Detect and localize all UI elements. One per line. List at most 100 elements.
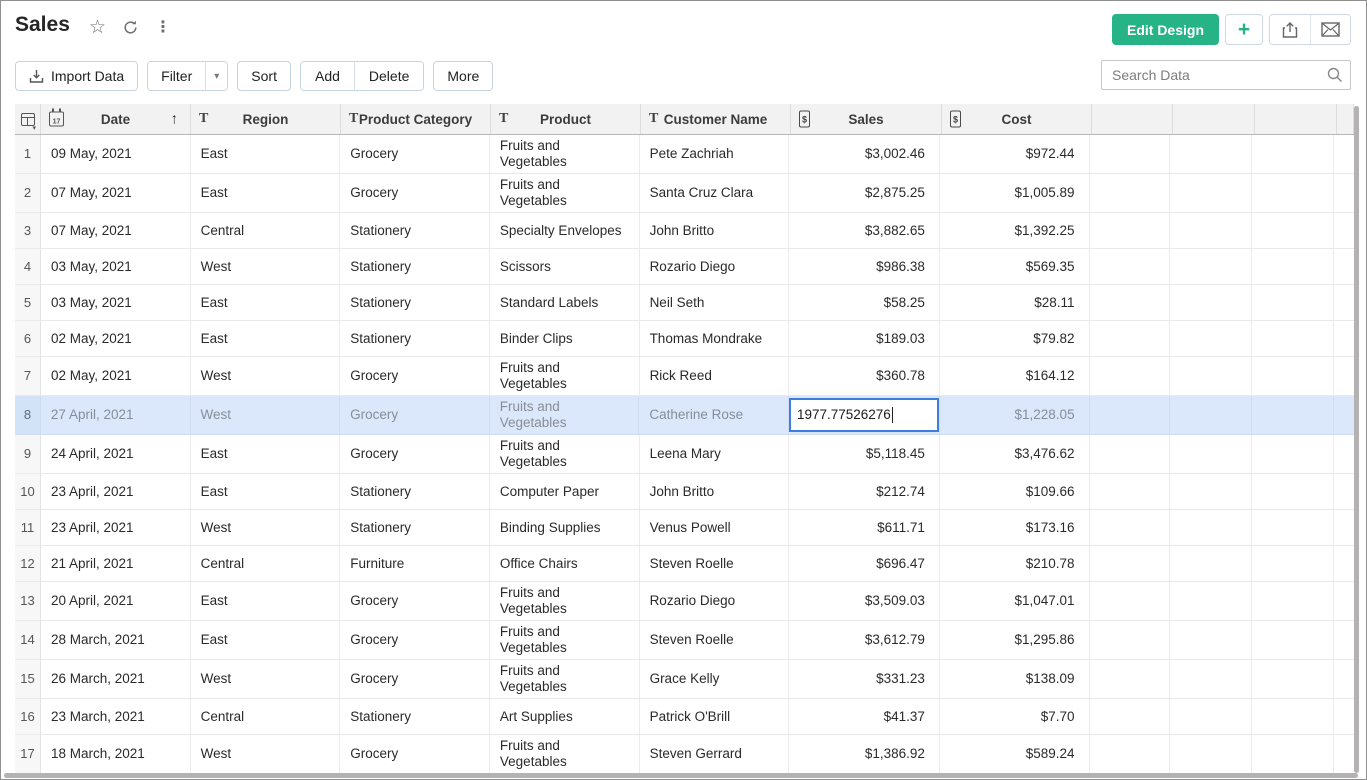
cell-cost[interactable]: $138.09 (940, 660, 1090, 699)
cell-empty[interactable] (1090, 396, 1171, 435)
cell-empty[interactable] (1170, 174, 1252, 213)
cell-empty[interactable] (1170, 213, 1252, 249)
cell-empty[interactable] (1170, 321, 1252, 357)
cell-cost[interactable]: $164.12 (940, 357, 1090, 396)
cell-product[interactable]: Fruits and Vegetables (490, 435, 640, 474)
sort-button[interactable]: Sort (237, 61, 291, 91)
cell-customer-name[interactable]: Leena Mary (640, 435, 790, 474)
column-header-sales[interactable]: $ Sales (791, 104, 942, 134)
cell-empty[interactable] (1090, 174, 1171, 213)
filter-button[interactable]: Filter (148, 62, 205, 90)
cell-customer-name[interactable]: Steven Gerrard (640, 735, 790, 774)
row-number[interactable]: 10 (15, 474, 41, 510)
sort-ascending-icon[interactable]: ↑ (171, 111, 179, 128)
cell-customer-name[interactable]: John Britto (640, 474, 790, 510)
cell-cost[interactable]: $1,228.05 (940, 396, 1090, 435)
row-number[interactable]: 6 (15, 321, 41, 357)
cell-sales[interactable]: $3,002.46 (789, 135, 940, 174)
cell-product-category[interactable]: Grocery (340, 582, 490, 621)
row-number[interactable]: 4 (15, 249, 41, 285)
column-header-empty[interactable] (1255, 104, 1337, 134)
cell-empty[interactable] (1252, 474, 1334, 510)
row-number[interactable]: 2 (15, 174, 41, 213)
cell-region[interactable]: West (191, 249, 341, 285)
cell-region[interactable]: Central (191, 699, 341, 735)
cell-product-category[interactable]: Stationery (340, 285, 490, 321)
cell-region[interactable]: Central (191, 213, 341, 249)
cell-product[interactable]: Fruits and Vegetables (490, 660, 640, 699)
cell-date[interactable]: 09 May, 2021 (41, 135, 191, 174)
cell-date[interactable]: 26 March, 2021 (41, 660, 191, 699)
cell-product[interactable]: Fruits and Vegetables (490, 621, 640, 660)
cell-empty[interactable] (1170, 699, 1252, 735)
cell-empty[interactable] (1252, 510, 1334, 546)
cell-customer-name[interactable]: Rozario Diego (640, 249, 790, 285)
cell-product-category[interactable]: Stationery (340, 474, 490, 510)
cell-product[interactable]: Office Chairs (490, 546, 640, 582)
row-number[interactable]: 9 (15, 435, 41, 474)
cell-empty[interactable] (1090, 213, 1171, 249)
cell-sales[interactable]: $5,118.45 (789, 435, 940, 474)
cell-product[interactable]: Specialty Envelopes (490, 213, 640, 249)
cell-editor-input[interactable]: 1977.77526276 (789, 398, 939, 432)
cell-empty[interactable] (1090, 285, 1171, 321)
cell-empty[interactable] (1252, 435, 1334, 474)
cell-sales[interactable]: $3,612.79 (789, 621, 940, 660)
cell-region[interactable]: West (191, 660, 341, 699)
cell-customer-name[interactable]: Santa Cruz Clara (640, 174, 790, 213)
cell-product-category[interactable]: Grocery (340, 357, 490, 396)
cell-product-category[interactable]: Grocery (340, 621, 490, 660)
cell-product-category[interactable]: Grocery (340, 174, 490, 213)
cell-empty[interactable] (1252, 621, 1334, 660)
share-button[interactable] (1270, 15, 1310, 44)
cell-cost[interactable]: $1,047.01 (940, 582, 1090, 621)
cell-empty[interactable] (1334, 582, 1354, 621)
cell-empty[interactable] (1334, 699, 1354, 735)
cell-empty[interactable] (1090, 474, 1171, 510)
row-number[interactable]: 16 (15, 699, 41, 735)
row-number[interactable]: 15 (15, 660, 41, 699)
cell-empty[interactable] (1252, 582, 1334, 621)
cell-sales[interactable]: $331.23 (789, 660, 940, 699)
cell-empty[interactable] (1334, 546, 1354, 582)
horizontal-scrollbar[interactable] (4, 773, 1358, 778)
cell-product-category[interactable]: Grocery (340, 660, 490, 699)
cell-date[interactable]: 23 March, 2021 (41, 699, 191, 735)
cell-empty[interactable] (1170, 621, 1252, 660)
cell-empty[interactable] (1252, 213, 1334, 249)
column-header-customer-name[interactable]: T Customer Name (641, 104, 791, 134)
cell-empty[interactable] (1090, 582, 1171, 621)
cell-empty[interactable] (1334, 396, 1354, 435)
more-button[interactable]: More (433, 61, 493, 91)
cell-date[interactable]: 27 April, 2021 (41, 396, 191, 435)
cell-empty[interactable] (1170, 357, 1252, 396)
add-button[interactable]: Add (301, 62, 354, 90)
cell-empty[interactable] (1334, 474, 1354, 510)
cell-empty[interactable] (1252, 396, 1334, 435)
cell-empty[interactable] (1252, 357, 1334, 396)
cell-date[interactable]: 23 April, 2021 (41, 474, 191, 510)
column-header-region[interactable]: T Region (191, 104, 341, 134)
cell-customer-name[interactable]: Patrick O'Brill (640, 699, 790, 735)
cell-empty[interactable] (1170, 510, 1252, 546)
cell-product[interactable]: Fruits and Vegetables (490, 135, 640, 174)
cell-date[interactable]: 07 May, 2021 (41, 174, 191, 213)
cell-product[interactable]: Fruits and Vegetables (490, 582, 640, 621)
cell-empty[interactable] (1090, 621, 1171, 660)
cell-empty[interactable] (1090, 357, 1171, 396)
cell-region[interactable]: West (191, 510, 341, 546)
cell-empty[interactable] (1170, 546, 1252, 582)
cell-empty[interactable] (1252, 249, 1334, 285)
cell-empty[interactable] (1170, 582, 1252, 621)
cell-empty[interactable] (1334, 735, 1354, 774)
cell-cost[interactable]: $109.66 (940, 474, 1090, 510)
cell-empty[interactable] (1090, 510, 1171, 546)
cell-cost[interactable]: $3,476.62 (940, 435, 1090, 474)
cell-empty[interactable] (1334, 321, 1354, 357)
column-header-product[interactable]: T Product (491, 104, 641, 134)
cell-cost[interactable]: $173.16 (940, 510, 1090, 546)
select-all-header[interactable]: ▾ (15, 104, 41, 134)
cell-empty[interactable] (1170, 735, 1252, 774)
cell-product-category[interactable]: Grocery (340, 435, 490, 474)
cell-cost[interactable]: $210.78 (940, 546, 1090, 582)
